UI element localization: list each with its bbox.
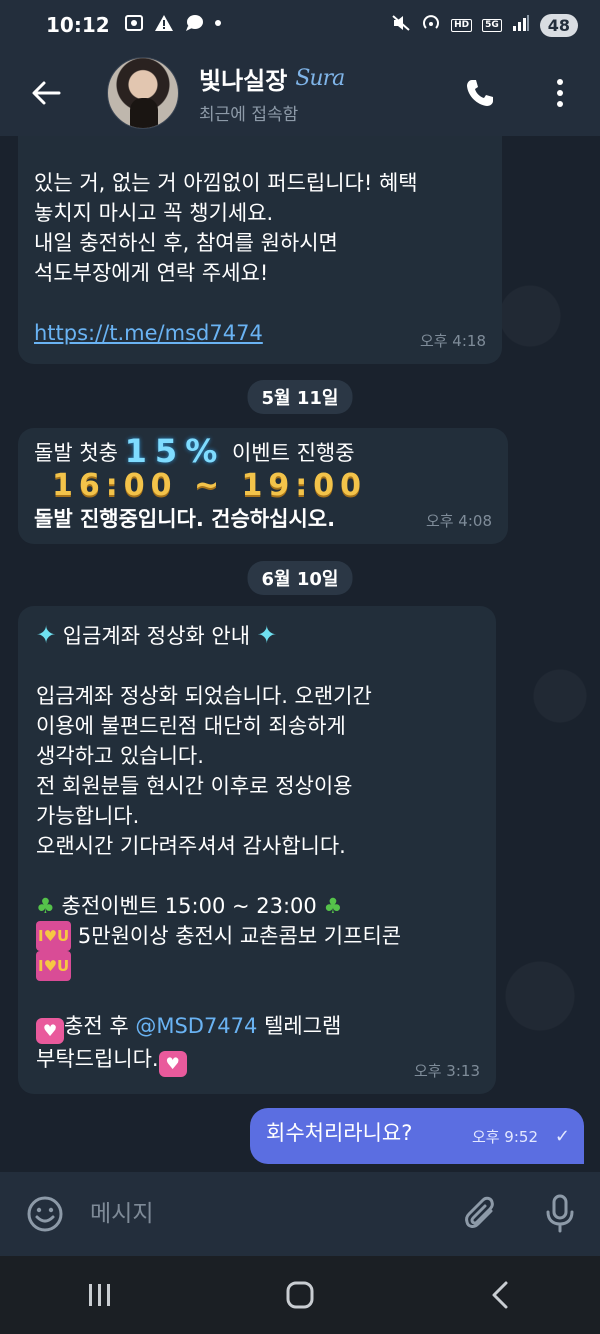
hd-voice-icon: HD — [451, 18, 473, 32]
message-text-line: 가능합니다. — [36, 804, 140, 828]
microphone-icon — [546, 1194, 574, 1233]
last-seen-status: 최근에 접속함 — [199, 105, 299, 125]
chat-title-block[interactable]: 빛나실장 Sura 최근에 접속함 — [199, 61, 345, 125]
date-separator: 6월 10일 — [247, 561, 353, 595]
i-love-you-icon: I♥U — [36, 921, 72, 951]
title-logo: Sura — [295, 66, 345, 91]
message-list[interactable]: 있는 거, 없는 거 아낌없이 퍼드립니다! 혜택 놓치지 마시고 꼭 챙기세요… — [0, 136, 600, 1172]
chat-header: 빛나실장 Sura 최근에 접속함 — [0, 50, 600, 136]
more-vertical-icon — [557, 79, 563, 107]
message-text-line: 전 회원분들 현시간 이후로 정상이용 — [36, 774, 353, 798]
message-text: 회수처리라니요? — [266, 1121, 413, 1145]
message-bubble-incoming[interactable]: ✦ 입금계좌 정상화 안내 ✦ 입금계좌 정상화 되었습니다. 오랜기간 이용에… — [18, 606, 496, 1094]
message-time: 오후 3:13 — [413, 1062, 480, 1080]
smiley-icon — [27, 1196, 63, 1232]
message-composer — [0, 1172, 600, 1256]
message-input[interactable] — [90, 1201, 440, 1227]
message-text-line: 입금계좌 정상화 되었습니다. 오랜기간 — [36, 684, 372, 708]
hotspot-icon — [421, 14, 441, 36]
screenshot-icon — [124, 14, 144, 36]
avatar[interactable] — [107, 57, 179, 129]
mute-icon — [391, 14, 411, 36]
i-love-you-icon: I♥U — [36, 951, 72, 981]
message-bubble-incoming[interactable]: 있는 거, 없는 거 아낌없이 퍼드립니다! 혜택 놓치지 마시고 꼭 챙기세요… — [18, 136, 502, 364]
home-button[interactable] — [240, 1256, 360, 1334]
check-icon: ✓ — [554, 1126, 570, 1147]
nav-back-button[interactable] — [440, 1256, 560, 1334]
message-text-line: 석도부장에게 연락 주세요! — [34, 261, 269, 285]
chat-icon — [184, 14, 204, 36]
message-text-line: 있는 거, 없는 거 아낌없이 퍼드립니다! 혜택 — [34, 171, 418, 195]
dot-icon — [214, 14, 222, 36]
message-bubble-incoming[interactable]: 돌발 첫충 15% 이벤트 진행중 16:00 ~ 19:00 돌발 진행중입니… — [18, 428, 508, 544]
more-options-button[interactable] — [520, 50, 600, 136]
message-bubble-outgoing[interactable]: 회수처리라니요? 오후 9:52 ✓ — [250, 1108, 584, 1164]
warning-icon — [154, 14, 174, 36]
voice-record-button[interactable] — [520, 1172, 600, 1256]
chevron-left-icon — [492, 1281, 508, 1309]
event-time-range: 16:00 ~ 19:00 — [52, 468, 368, 503]
message-text: 부탁드립니다. — [36, 1047, 159, 1071]
message-text: 돌발 첫충 — [34, 441, 118, 465]
message-time: 오후 9:52 — [471, 1128, 538, 1146]
message-text: 돌발 진행중입니다. 건승하십시오. — [34, 507, 336, 531]
recent-apps-button[interactable] — [40, 1256, 160, 1334]
call-button[interactable] — [440, 50, 520, 136]
message-text-line: 이용에 불편드린점 대단히 죄송하게 — [36, 714, 346, 738]
sparkle-icon: ✦ — [256, 621, 277, 649]
message-text: 이벤트 진행중 — [231, 441, 355, 465]
phone-icon — [467, 80, 493, 106]
status-left-icons — [124, 14, 222, 36]
arrow-left-icon — [32, 81, 61, 105]
status-time: 10:12 — [46, 13, 110, 37]
date-separator: 5월 11일 — [247, 380, 353, 414]
emoji-button[interactable] — [0, 1172, 90, 1256]
chat-title: 빛나실장 — [199, 67, 288, 95]
status-bar: 10:12 HD 5G 48 — [0, 0, 600, 50]
highlight-percent: 15% — [124, 432, 226, 470]
message-text: 텔레그램 — [264, 1014, 342, 1038]
message-text-line: 생각하고 있습니다. — [36, 744, 204, 768]
clover-icon: ♣ — [323, 894, 343, 918]
heart-icon: ♥ — [158, 1051, 187, 1077]
recent-apps-icon — [89, 1284, 110, 1306]
clover-icon: ♣ — [36, 894, 55, 918]
5g-icon: 5G — [482, 18, 502, 32]
paperclip-icon — [465, 1196, 494, 1228]
message-time: 오후 4:08 — [425, 512, 492, 530]
message-text-line: 내일 충전하신 후, 참여를 원하시면 — [34, 231, 338, 255]
message-text: 충전 후 — [64, 1014, 129, 1038]
signal-icon — [512, 14, 530, 36]
battery-indicator: 48 — [539, 13, 578, 37]
mention-link[interactable]: @MSD7474 — [135, 1014, 257, 1038]
message-text-line: 놓치지 마시고 꼭 챙기세요. — [34, 201, 274, 225]
home-icon — [286, 1281, 314, 1309]
message-title: 입금계좌 정상화 안내 — [62, 624, 251, 648]
status-right-icons: HD 5G 48 — [391, 13, 578, 37]
message-text-line: 오랜시간 기다려주셔셔 감사합니다. — [36, 834, 346, 858]
message-time: 오후 4:18 — [419, 332, 486, 350]
message-text: 5만원이상 충전시 교촌콤보 기프티콘 — [77, 924, 402, 948]
message-link[interactable]: https://t.me/msd7474 — [34, 318, 484, 348]
back-button[interactable] — [0, 50, 92, 136]
message-text: 충전이벤트 15:00 ~ 23:00 — [61, 894, 317, 918]
sparkle-icon: ✦ — [36, 621, 57, 649]
system-nav-bar — [0, 1256, 600, 1334]
heart-icon: ♥ — [36, 1018, 64, 1044]
attach-button[interactable] — [440, 1172, 520, 1256]
